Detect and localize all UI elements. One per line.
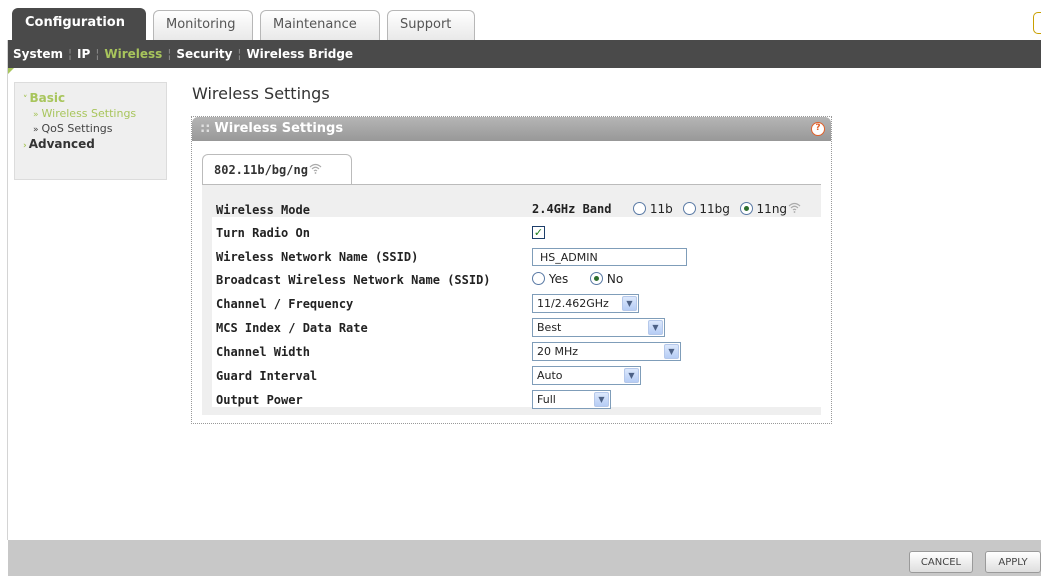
tab-802-11b-bg-ng[interactable]: 802.11b/bg/ng <box>202 154 352 184</box>
left-nav-advanced[interactable]: › Advanced <box>23 137 166 151</box>
turn-radio-on-value: ✓ <box>532 225 545 239</box>
band-label: 2.4GHz Band <box>532 202 611 216</box>
subnav-separator: ¦ <box>237 47 242 61</box>
label-guard-interval: Guard Interval <box>216 369 318 383</box>
turn-radio-on-checkbox[interactable]: ✓ <box>532 226 545 239</box>
label-turn-radio-on: Turn Radio On <box>216 226 310 240</box>
left-nav-wireless-settings-label: Wireless Settings <box>41 107 137 120</box>
radio-broadcast-no[interactable] <box>590 272 604 285</box>
channel-value: 11/2.462GHz <box>537 297 609 310</box>
left-nav-advanced-label: Advanced <box>28 137 95 151</box>
wifi-icon-svg <box>788 202 801 213</box>
label-ssid: Wireless Network Name (SSID) <box>216 250 419 264</box>
radio-11b-label: 11b <box>649 202 673 216</box>
label-output-power: Output Power <box>216 393 303 407</box>
chevron-right-icon: › <box>23 141 27 151</box>
inner-tab-label: 802.11b/bg/ng <box>214 163 308 177</box>
footer-bar: CANCEL APPLY <box>8 540 1041 576</box>
guard-interval-select[interactable]: Auto ▼ <box>532 366 641 385</box>
chevron-down-icon: ▼ <box>624 368 639 383</box>
tab-monitoring[interactable]: Monitoring <box>153 10 253 40</box>
chevron-down-icon: ▼ <box>594 392 609 407</box>
panel-title: Wireless Settings <box>214 121 344 136</box>
grip-icon: :: <box>200 121 211 136</box>
top-right-edge <box>1033 12 1041 34</box>
mcs-value: Best <box>537 321 562 334</box>
subnav-marker <box>8 68 14 74</box>
radio-11bg[interactable] <box>682 202 696 215</box>
tab-maintenance[interactable]: Maintenance <box>260 10 380 40</box>
chevron-down-icon: ▼ <box>664 344 679 359</box>
label-broadcast-ssid: Broadcast Wireless Network Name (SSID) <box>216 273 491 287</box>
wireless-mode-options: 11b 11bg 11ng <box>633 202 801 216</box>
left-nav-wireless-settings[interactable]: » Wireless Settings <box>23 107 166 120</box>
subnav-security[interactable]: Security <box>176 47 232 61</box>
mcs-select[interactable]: Best ▼ <box>532 318 665 337</box>
subnav-wireless[interactable]: Wireless <box>104 47 162 61</box>
ssid-value: HS_ADMIN <box>540 251 598 264</box>
label-wireless-mode: Wireless Mode <box>216 203 310 217</box>
subnav-ip[interactable]: IP <box>77 47 90 61</box>
radio-11ng[interactable] <box>739 202 753 215</box>
left-nav-qos-settings[interactable]: » QoS Settings <box>23 122 166 135</box>
subnav-system[interactable]: System <box>13 47 63 61</box>
label-mcs-index: MCS Index / Data Rate <box>216 321 368 335</box>
top-tab-bar: Configuration Monitoring Maintenance Sup… <box>8 0 1041 40</box>
wifi-icon <box>309 163 322 177</box>
output-power-select[interactable]: Full ▼ <box>532 390 611 409</box>
chevron-down-icon: ˅ <box>23 95 28 105</box>
label-channel-frequency: Channel / Frequency <box>216 297 354 311</box>
radio-no-label: No <box>606 272 624 286</box>
cancel-button[interactable]: CANCEL <box>909 551 973 573</box>
radio-yes-label: Yes <box>548 272 569 286</box>
channel-select[interactable]: 11/2.462GHz ▼ <box>532 294 639 313</box>
band-text: 2.4GHz Band <box>532 202 612 216</box>
subnav-separator: ¦ <box>95 47 100 61</box>
tab-configuration[interactable]: Configuration <box>12 8 146 40</box>
subnav-separator: ¦ <box>68 47 73 61</box>
subnav-separator: ¦ <box>167 47 172 61</box>
radio-broadcast-yes[interactable] <box>532 272 545 285</box>
left-nav-basic[interactable]: ˅ Basic <box>23 91 166 105</box>
label-channel-width: Channel Width <box>216 345 310 359</box>
tab-support[interactable]: Support <box>387 10 475 40</box>
ssid-input[interactable]: HS_ADMIN <box>532 248 687 266</box>
output-power-value: Full <box>537 393 556 406</box>
guard-interval-value: Auto <box>537 369 563 382</box>
chevron-right-icon: » <box>33 110 39 120</box>
wifi-icon-svg <box>309 163 322 174</box>
chevron-down-icon: ▼ <box>648 320 663 335</box>
chevron-down-icon: ▼ <box>622 296 637 311</box>
page-title: Wireless Settings <box>192 84 330 103</box>
channel-width-value: 20 MHz <box>537 345 579 358</box>
wireless-settings-panel: :: Wireless Settings ? 802.11b/bg/ng Wire… <box>191 116 832 424</box>
broadcast-options: Yes No <box>532 272 623 286</box>
left-nav-qos-settings-label: QoS Settings <box>41 122 113 135</box>
radio-11ng-label: 11ng <box>756 202 788 216</box>
left-nav: ˅ Basic » Wireless Settings » QoS Settings … <box>14 82 167 180</box>
left-rail-line <box>7 40 8 540</box>
chevron-right-icon: » <box>33 125 39 135</box>
help-icon[interactable]: ? <box>811 122 825 136</box>
radio-11b[interactable] <box>633 202 646 215</box>
wifi-icon <box>788 202 801 216</box>
channel-width-select[interactable]: 20 MHz ▼ <box>532 342 681 361</box>
apply-button[interactable]: APPLY <box>985 551 1041 573</box>
radio-11bg-label: 11bg <box>699 202 730 216</box>
subnav-wireless-bridge[interactable]: Wireless Bridge <box>246 47 353 61</box>
panel-header: :: Wireless Settings ? <box>192 117 831 141</box>
left-nav-basic-label: Basic <box>29 91 66 105</box>
sub-nav: System ¦ IP ¦ Wireless ¦ Security ¦ Wireless Bri… <box>8 40 1041 68</box>
